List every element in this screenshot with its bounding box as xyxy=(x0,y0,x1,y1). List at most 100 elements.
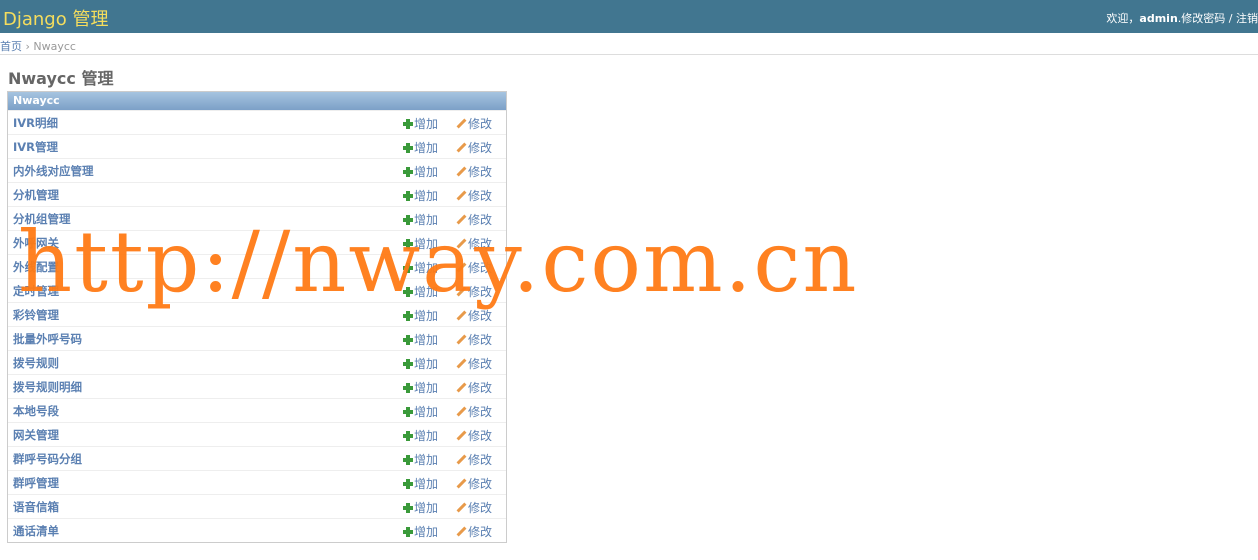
model-list: IVR明细 增加 修改 IVR管理 增加 修改 内外线对应管理 增加 修改 分机管理 增加 修改 分机组… xyxy=(8,110,506,542)
module-caption[interactable]: Nwaycc xyxy=(8,92,506,110)
pencil-icon xyxy=(456,358,467,369)
add-link[interactable]: 增加 xyxy=(403,355,438,372)
add-link[interactable]: 增加 xyxy=(403,235,438,252)
add-icon xyxy=(403,263,413,273)
change-link[interactable]: 修改 xyxy=(456,307,492,324)
add-label: 增加 xyxy=(414,381,439,395)
add-link[interactable]: 增加 xyxy=(403,331,438,348)
change-link[interactable]: 修改 xyxy=(456,523,492,540)
logout-link[interactable]: 注销 xyxy=(1236,12,1258,25)
add-link[interactable]: 增加 xyxy=(403,187,438,204)
pencil-icon xyxy=(456,214,467,225)
change-link[interactable]: 修改 xyxy=(456,187,492,204)
change-link[interactable]: 修改 xyxy=(456,211,492,228)
model-link[interactable]: 批量外呼号码 xyxy=(13,331,82,347)
change-link[interactable]: 修改 xyxy=(456,235,492,252)
model-link[interactable]: 分机管理 xyxy=(13,187,59,203)
table-row: 网关管理 增加 修改 xyxy=(8,422,506,446)
model-link[interactable]: 本地号段 xyxy=(13,403,59,419)
pencil-icon xyxy=(456,478,467,489)
change-password-link[interactable]: 修改密码 xyxy=(1181,12,1225,25)
model-link[interactable]: 语音信箱 xyxy=(13,499,59,515)
add-link[interactable]: 增加 xyxy=(403,475,438,492)
header-bar: Django 管理 欢迎，admin.修改密码 / 注销 xyxy=(0,0,1258,33)
change-link[interactable]: 修改 xyxy=(456,427,492,444)
add-label: 增加 xyxy=(414,261,439,275)
add-label: 增加 xyxy=(414,189,439,203)
model-link[interactable]: 群呼管理 xyxy=(13,475,59,491)
add-icon xyxy=(403,407,413,417)
add-link[interactable]: 增加 xyxy=(403,523,438,540)
add-link[interactable]: 增加 xyxy=(403,115,438,132)
breadcrumb-home-link[interactable]: 首页 xyxy=(0,40,22,53)
separator-slash: / xyxy=(1225,12,1236,25)
table-row: 通话清单 增加 修改 xyxy=(8,518,506,542)
change-link[interactable]: 修改 xyxy=(456,475,492,492)
app-module-table: Nwaycc IVR明细 增加 修改 IVR管理 增加 修改 内外线对应管理 增加 修改 分机管理… xyxy=(7,91,507,543)
page-title: Nwaycc 管理 xyxy=(8,69,114,88)
model-link[interactable]: IVR明细 xyxy=(13,115,58,131)
table-row: IVR明细 增加 修改 xyxy=(8,110,506,134)
change-label: 修改 xyxy=(468,429,493,443)
table-row: 批量外呼号码 增加 修改 xyxy=(8,326,506,350)
add-icon xyxy=(403,431,413,441)
add-icon xyxy=(403,143,413,153)
add-link[interactable]: 增加 xyxy=(403,139,438,156)
change-link[interactable]: 修改 xyxy=(456,451,492,468)
change-link[interactable]: 修改 xyxy=(456,331,492,348)
model-link[interactable]: 分机组管理 xyxy=(13,211,71,227)
add-link[interactable]: 增加 xyxy=(403,307,438,324)
add-label: 增加 xyxy=(414,237,439,251)
change-label: 修改 xyxy=(468,477,493,491)
add-label: 增加 xyxy=(414,309,439,323)
model-link[interactable]: 外线配置 xyxy=(13,259,59,275)
change-link[interactable]: 修改 xyxy=(456,259,492,276)
model-link[interactable]: 外呼网关 xyxy=(13,235,59,251)
model-link[interactable]: IVR管理 xyxy=(13,139,58,155)
change-label: 修改 xyxy=(468,237,493,251)
model-link[interactable]: 定时管理 xyxy=(13,283,59,299)
change-link[interactable]: 修改 xyxy=(456,163,492,180)
table-row: 彩铃管理 增加 修改 xyxy=(8,302,506,326)
model-link[interactable]: 群呼号码分组 xyxy=(13,451,82,467)
model-link[interactable]: 拨号规则 xyxy=(13,355,59,371)
change-label: 修改 xyxy=(468,405,493,419)
change-label: 修改 xyxy=(468,501,493,515)
add-icon xyxy=(403,503,413,513)
change-link[interactable]: 修改 xyxy=(456,139,492,156)
add-icon xyxy=(403,479,413,489)
pencil-icon xyxy=(456,334,467,345)
add-link[interactable]: 增加 xyxy=(403,379,438,396)
change-link[interactable]: 修改 xyxy=(456,379,492,396)
model-link[interactable]: 彩铃管理 xyxy=(13,307,59,323)
add-label: 增加 xyxy=(414,165,439,179)
table-row: 内外线对应管理 增加 修改 xyxy=(8,158,506,182)
change-label: 修改 xyxy=(468,309,493,323)
change-link[interactable]: 修改 xyxy=(456,403,492,420)
add-link[interactable]: 增加 xyxy=(403,403,438,420)
add-icon xyxy=(403,215,413,225)
breadcrumb-separator: › xyxy=(22,40,34,53)
model-link[interactable]: 内外线对应管理 xyxy=(13,163,94,179)
add-link[interactable]: 增加 xyxy=(403,211,438,228)
add-link[interactable]: 增加 xyxy=(403,427,438,444)
change-link[interactable]: 修改 xyxy=(456,115,492,132)
add-link[interactable]: 增加 xyxy=(403,163,438,180)
model-link[interactable]: 拨号规则明细 xyxy=(13,379,82,395)
change-label: 修改 xyxy=(468,381,493,395)
model-link[interactable]: 通话清单 xyxy=(13,523,59,539)
model-link[interactable]: 网关管理 xyxy=(13,427,59,443)
add-link[interactable]: 增加 xyxy=(403,451,438,468)
add-link[interactable]: 增加 xyxy=(403,259,438,276)
add-icon xyxy=(403,119,413,129)
add-icon xyxy=(403,383,413,393)
add-link[interactable]: 增加 xyxy=(403,283,438,300)
pencil-icon xyxy=(456,382,467,393)
change-link[interactable]: 修改 xyxy=(456,499,492,516)
change-label: 修改 xyxy=(468,525,493,539)
change-link[interactable]: 修改 xyxy=(456,283,492,300)
site-brand[interactable]: Django 管理 xyxy=(3,5,108,31)
add-link[interactable]: 增加 xyxy=(403,499,438,516)
table-row: 外线配置 增加 修改 xyxy=(8,254,506,278)
change-link[interactable]: 修改 xyxy=(456,355,492,372)
